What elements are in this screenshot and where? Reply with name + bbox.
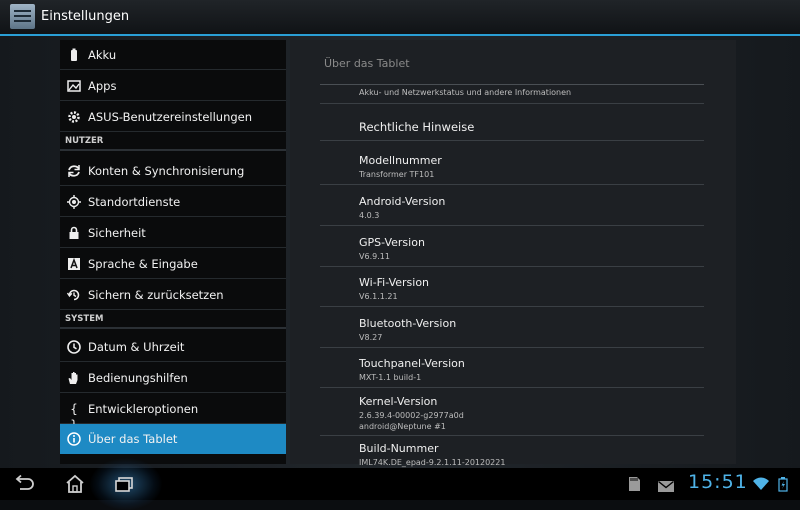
back-icon <box>8 474 42 499</box>
detail-title: Über das Tablet <box>324 57 410 70</box>
sidebar-item-label: Bedienungshilfen <box>88 371 188 385</box>
sidebar-item-label: Sicherheit <box>88 226 146 240</box>
row-summary: V6.1.1.21 <box>359 292 398 301</box>
sidebar-item-standortdienste[interactable]: Standortdienste <box>60 187 286 217</box>
sidebar-item-konten-synchronisierung[interactable]: Konten & Synchronisierung <box>60 156 286 186</box>
gmail-icon[interactable] <box>657 478 675 497</box>
detail-row-touchpanel-version: Touchpanel-Version MXT-1.1 build-1 <box>290 357 736 397</box>
sidebar-item-akku[interactable]: Akku <box>60 40 286 70</box>
settings-app-icon[interactable] <box>10 4 35 29</box>
back-button[interactable] <box>8 473 42 495</box>
row-summary: IML74K.DE_epad-9.2.1.11-20120221 <box>359 458 506 467</box>
wifi-icon[interactable] <box>752 476 770 495</box>
row-summary: 2.6.39.4-00002-g2977a0d <box>359 411 464 420</box>
row-summary: MXT-1.1 build-1 <box>359 373 422 382</box>
sidebar-item-sicherheit[interactable]: Sicherheit <box>60 218 286 248</box>
apps-icon <box>66 78 82 94</box>
sidebar-item-label: Apps <box>88 79 117 93</box>
detail-row-status[interactable]: Akku- und Netzwerkstatus und andere Info… <box>290 86 736 104</box>
detail-row-wifi-version: Wi-Fi-Version V6.1.1.21 <box>290 276 736 316</box>
recent-apps-icon <box>108 477 142 499</box>
sidebar-item-label: Sprache & Eingabe <box>88 257 198 271</box>
app-title: Einstellungen <box>41 9 130 24</box>
row-divider <box>320 140 704 141</box>
language-icon <box>66 256 82 272</box>
detail-row-android-version[interactable]: Android-Version 4.0.3 <box>290 195 736 235</box>
row-divider <box>320 266 704 267</box>
row-divider <box>320 387 704 388</box>
detail-row-kernel-version: Kernel-Version 2.6.39.4-00002-g2977a0d a… <box>290 395 736 441</box>
row-divider <box>320 184 704 185</box>
sidebar-item-bedienungshilfen[interactable]: Bedienungshilfen <box>60 363 286 393</box>
detail-row-gps-version: GPS-Version V6.9.11 <box>290 236 736 276</box>
row-summary: 4.0.3 <box>359 211 380 220</box>
content-area: Akku Apps ASUS-Benutzereinstellungen NUT… <box>0 36 800 468</box>
battery-icon <box>66 47 82 63</box>
sd-card-icon[interactable] <box>627 476 641 496</box>
row-title: Bluetooth-Version <box>359 317 457 330</box>
row-title: Rechtliche Hinweise <box>359 120 475 134</box>
sync-icon <box>66 163 82 179</box>
sidebar-item-label: Entwickleroptionen <box>88 402 199 416</box>
system-bar: 15:51 <box>0 458 800 510</box>
info-icon <box>66 431 82 447</box>
row-divider <box>320 347 704 348</box>
sidebar-item-label: Datum & Uhrzeit <box>88 340 185 354</box>
row-summary: V8.27 <box>359 333 383 342</box>
clock-icon <box>66 339 82 355</box>
section-label: NUTZER <box>65 136 104 146</box>
sidebar-item-label: Über das Tablet <box>88 432 178 446</box>
row-summary: Akku- und Netzwerkstatus und andere Info… <box>359 88 572 97</box>
row-title: Modellnummer <box>359 154 442 167</box>
detail-pane: Über das Tablet Akku- und Netzwerkstatus… <box>290 40 736 467</box>
sidebar-item-datum-uhrzeit[interactable]: Datum & Uhrzeit <box>60 332 286 362</box>
detail-row-bluetooth-version: Bluetooth-Version V8.27 <box>290 317 736 357</box>
settings-list: Akku Apps ASUS-Benutzereinstellungen NUT… <box>60 40 286 464</box>
action-bar: Einstellungen <box>0 0 800 36</box>
recent-apps-button[interactable] <box>108 473 142 495</box>
row-divider <box>320 103 704 104</box>
row-summary: Transformer TF101 <box>359 170 435 179</box>
home-icon <box>58 474 92 499</box>
title-divider <box>320 84 704 85</box>
sidebar-item-label: Standortdienste <box>88 195 181 209</box>
row-title: Build-Nummer <box>359 442 439 455</box>
row-divider <box>320 225 704 226</box>
battery-status-icon[interactable] <box>778 476 788 496</box>
sidebar-item-ueber-das-tablet[interactable]: Über das Tablet <box>60 424 286 454</box>
location-icon <box>66 194 82 210</box>
sidebar-item-sichern-zuruecksetzen[interactable]: Sichern & zurücksetzen <box>60 280 286 310</box>
sidebar-item-apps[interactable]: Apps <box>60 71 286 101</box>
row-divider <box>320 306 704 307</box>
section-header-nutzer: NUTZER <box>60 133 286 151</box>
row-divider <box>320 435 704 436</box>
row-title: Android-Version <box>359 195 446 208</box>
home-button[interactable] <box>58 473 92 495</box>
row-summary-secondary: android@Neptune #1 <box>359 422 446 431</box>
detail-row-model: Modellnummer Transformer TF101 <box>290 154 736 194</box>
row-title: Touchpanel-Version <box>359 357 465 370</box>
section-header-system: SYSTEM <box>60 311 286 329</box>
sidebar-item-label: ASUS-Benutzereinstellungen <box>88 110 253 124</box>
sidebar-item-label: Akku <box>88 48 117 62</box>
row-title: GPS-Version <box>359 236 425 249</box>
lock-icon <box>66 225 82 241</box>
detail-row-build-number: Build-Nummer IML74K.DE_epad-9.2.1.11-201… <box>290 442 736 467</box>
sidebar-item-entwickleroptionen[interactable]: { } Entwickleroptionen <box>60 394 286 432</box>
hand-icon <box>66 370 82 386</box>
row-title: Kernel-Version <box>359 395 438 408</box>
gear-icon <box>66 109 82 125</box>
sidebar-item-label: Sichern & zurücksetzen <box>88 288 224 302</box>
sidebar-item-sprache-eingabe[interactable]: Sprache & Eingabe <box>60 249 286 279</box>
status-clock[interactable]: 15:51 <box>688 471 748 493</box>
sidebar-item-label: Konten & Synchronisierung <box>88 164 245 178</box>
row-summary: V6.9.11 <box>359 252 390 261</box>
row-title: Wi-Fi-Version <box>359 276 430 289</box>
restore-icon <box>66 287 82 303</box>
sidebar-item-asus-benutzereinstellungen[interactable]: ASUS-Benutzereinstellungen <box>60 102 286 132</box>
braces-icon: { } <box>70 402 78 432</box>
section-label: SYSTEM <box>65 314 104 324</box>
